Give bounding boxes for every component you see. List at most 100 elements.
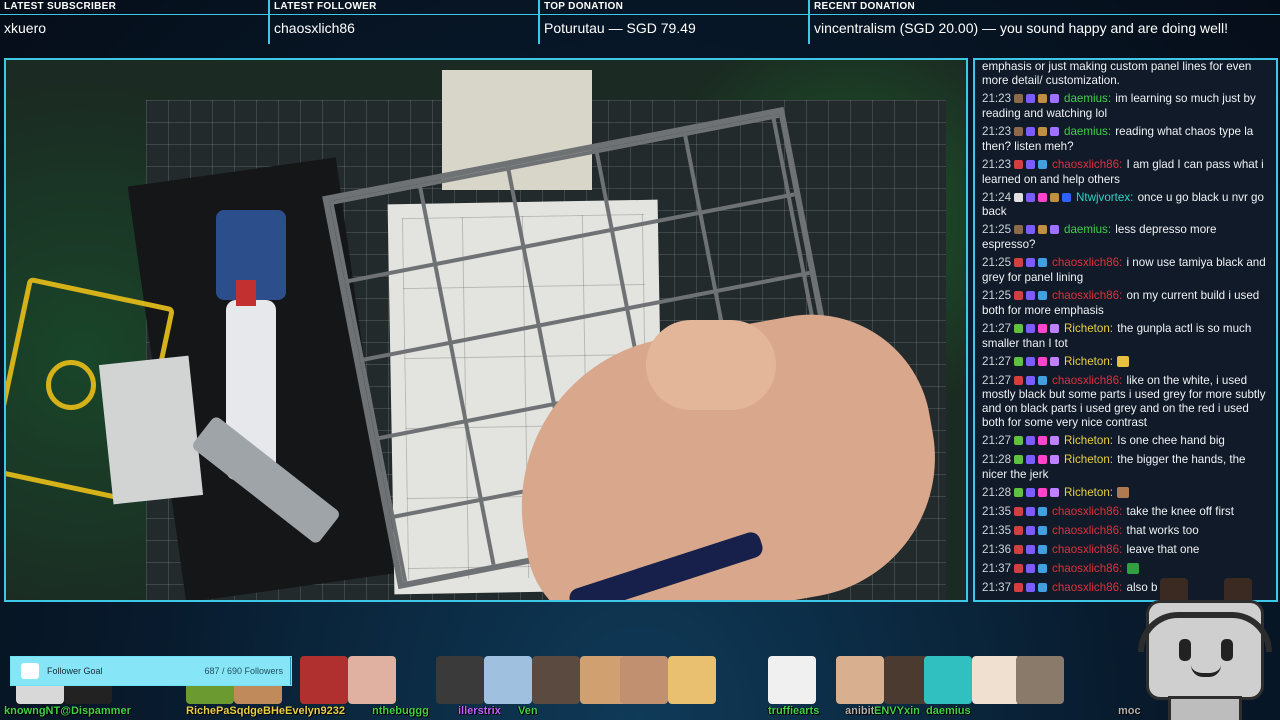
badge-icon [1050, 435, 1060, 445]
chat-username[interactable]: chaosxlich86: [1052, 524, 1122, 537]
chat-username[interactable]: daemius: [1064, 223, 1111, 236]
user-badges [1014, 356, 1062, 370]
badge-icon [1014, 323, 1024, 333]
user-badges [1014, 525, 1050, 539]
user-badges [1014, 257, 1050, 271]
goal-count: 687 / 690 Followers [204, 666, 283, 676]
chat-username[interactable]: chaosxlich86: [1052, 374, 1122, 387]
chat-username[interactable]: chaosxlich86: [1052, 562, 1122, 575]
event-ticker: LATEST SUBSCRIBER xkuero LATEST FOLLOWER… [0, 0, 1280, 44]
chat-username[interactable]: Richeton: [1064, 355, 1113, 368]
chat-text: Is one chee hand big [1117, 433, 1225, 447]
top-donation-value: Poturutau — SGD 79.49 [544, 20, 696, 36]
chat-timestamp: 21:37 [982, 562, 1012, 576]
supporter-avatar [768, 656, 816, 704]
badge-icon [1026, 506, 1036, 516]
streamer-mascot [1138, 578, 1274, 720]
top-donation-label: TOP DONATION [544, 1, 624, 12]
emote-icon [1117, 486, 1130, 498]
user-badges [1014, 544, 1050, 558]
chat-message: 21:37 chaosxlich86: [982, 562, 1270, 577]
badge-icon [1038, 94, 1048, 104]
badge-icon [1038, 323, 1048, 333]
yellow-runner-ring [46, 360, 96, 410]
badge-icon [1014, 159, 1024, 169]
badge-icon [1038, 356, 1048, 366]
chat-username[interactable]: chaosxlich86: [1052, 256, 1122, 269]
chat-text: leave that one [1126, 543, 1200, 557]
badge-icon [1038, 583, 1048, 593]
chat-timestamp: 21:36 [982, 543, 1012, 557]
user-badges [1014, 93, 1062, 107]
badge-icon [1014, 375, 1024, 385]
chat-text: take the knee off first [1126, 504, 1234, 518]
badge-icon [1026, 435, 1036, 445]
chat-username[interactable]: daemius: [1064, 125, 1111, 138]
chat-username[interactable]: Richeton: [1064, 322, 1113, 335]
chat-username[interactable]: chaosxlich86: [1052, 158, 1122, 171]
badge-icon [1038, 291, 1048, 301]
chat-message: 21:23 daemius: im learning so much just b… [982, 92, 1270, 120]
chat-message: 21:27 Richeton: Is one chee hand big [982, 434, 1270, 449]
user-badges [1014, 563, 1050, 577]
badge-icon [1014, 506, 1024, 516]
headphones-icon [1138, 612, 1272, 652]
thumbs-up-icon [21, 663, 39, 679]
chat-username[interactable]: Ntwjvortex: [1076, 191, 1133, 204]
webcam-feed [4, 58, 968, 602]
badge-icon [1026, 583, 1036, 593]
latest-subscriber-panel: LATEST SUBSCRIBER xkuero [0, 0, 270, 44]
chat-message: 21:25 chaosxlich86: on my current build i… [982, 289, 1270, 317]
supporter-avatar [300, 656, 348, 704]
chat-timestamp: 21:24 [982, 190, 1012, 204]
chat-timestamp: 21:25 [982, 256, 1012, 270]
badge-icon [1014, 291, 1024, 301]
badge-icon [1038, 127, 1048, 137]
chat-username[interactable]: chaosxlich86: [1052, 289, 1122, 302]
badge-icon [1026, 159, 1036, 169]
user-badges [1014, 454, 1062, 468]
latest-subscriber-name: xkuero [4, 20, 47, 36]
chat-username[interactable]: chaosxlich86: [1052, 543, 1122, 556]
latest-follower-name: chaosxlich86 [274, 20, 355, 36]
chat-timestamp: 21:28 [982, 485, 1012, 499]
badge-icon [1038, 455, 1048, 465]
recent-donation-label: RECENT DONATION [814, 1, 915, 12]
chat-timestamp: 21:27 [982, 433, 1012, 447]
chat-username[interactable]: chaosxlich86: [1052, 581, 1122, 594]
chat-panel[interactable]: existing panel lines deeper or wider or … [973, 58, 1278, 602]
badge-icon [1050, 94, 1060, 104]
badge-icon [1038, 506, 1048, 516]
chat-timestamp: 21:23 [982, 125, 1012, 139]
badge-icon [1038, 545, 1048, 555]
badge-icon [1038, 487, 1048, 497]
badge-icon [1062, 192, 1072, 202]
chat-username[interactable]: Richeton: [1064, 486, 1113, 499]
builder-thumb [646, 320, 776, 410]
chat-message: 21:27 Richeton: [982, 355, 1270, 370]
chat-username[interactable]: daemius: [1064, 92, 1111, 105]
chat-username[interactable]: Richeton: [1064, 434, 1113, 447]
supporter-avatar [972, 656, 1020, 704]
chat-timestamp: 21:27 [982, 373, 1012, 387]
latest-follower-label: LATEST FOLLOWER [274, 1, 377, 12]
badge-icon [1038, 192, 1048, 202]
chat-message: 21:35 chaosxlich86: that works too [982, 524, 1270, 539]
badge-icon [1014, 192, 1024, 202]
badge-icon [1026, 375, 1036, 385]
chat-username[interactable]: chaosxlich86: [1052, 505, 1122, 518]
divider [0, 14, 268, 15]
chat-log: existing panel lines deeper or wider or … [982, 60, 1270, 596]
goal-title: Follower Goal [47, 666, 103, 676]
chat-timestamp: 21:23 [982, 157, 1012, 171]
badge-icon [1026, 127, 1036, 137]
chat-message: 21:36 chaosxlich86: leave that one [982, 543, 1270, 558]
emote-icon [1117, 355, 1130, 367]
badge-icon [1014, 455, 1024, 465]
user-badges [1014, 290, 1050, 304]
supporter-name: RichePaSqdgeBHeEvelyn9232 [186, 705, 345, 717]
chat-username[interactable]: Richeton: [1064, 453, 1113, 466]
chat-message: 21:28 Richeton: the bigger the hands, the… [982, 453, 1270, 481]
divider [270, 14, 538, 15]
badge-icon [1026, 455, 1036, 465]
